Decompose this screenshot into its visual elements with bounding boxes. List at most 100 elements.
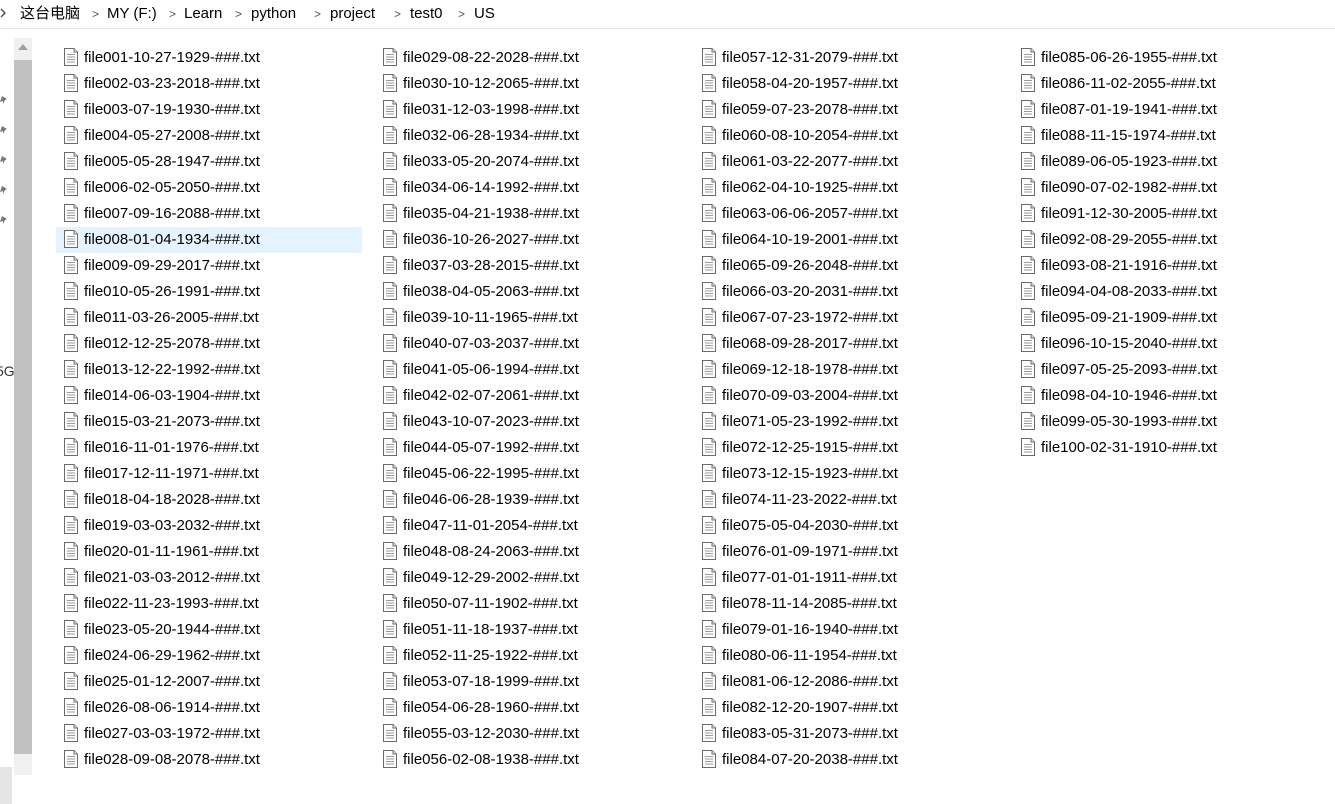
file-item[interactable]: file020-01-11-1961-###.txt bbox=[56, 539, 362, 565]
file-item[interactable]: file044-05-07-1992-###.txt bbox=[375, 435, 681, 461]
breadcrumb-drive[interactable]: MY (F:) bbox=[107, 4, 157, 24]
file-item[interactable]: file026-08-06-1914-###.txt bbox=[56, 695, 362, 721]
file-item[interactable]: file086-11-02-2055-###.txt bbox=[1013, 71, 1319, 97]
file-item[interactable]: file037-03-28-2015-###.txt bbox=[375, 253, 681, 279]
file-item[interactable]: file088-11-15-1974-###.txt bbox=[1013, 123, 1319, 149]
file-item[interactable]: file059-07-23-2078-###.txt bbox=[694, 97, 1000, 123]
file-item[interactable]: file075-05-04-2030-###.txt bbox=[694, 513, 1000, 539]
file-item[interactable]: file058-04-20-1957-###.txt bbox=[694, 71, 1000, 97]
navigation-pane[interactable]: 5G bbox=[0, 29, 14, 804]
file-item[interactable]: file098-04-10-1946-###.txt bbox=[1013, 383, 1319, 409]
nav-item-label[interactable]: 5G bbox=[0, 363, 14, 379]
file-item[interactable]: file022-11-23-1993-###.txt bbox=[56, 591, 362, 617]
file-item[interactable]: file039-10-11-1965-###.txt bbox=[375, 305, 681, 331]
file-item[interactable]: file001-10-27-1929-###.txt bbox=[56, 45, 362, 71]
file-item[interactable]: file043-10-07-2023-###.txt bbox=[375, 409, 681, 435]
breadcrumb-us[interactable]: US bbox=[474, 4, 495, 24]
file-item[interactable]: file025-01-12-2007-###.txt bbox=[56, 669, 362, 695]
file-item[interactable]: file060-08-10-2054-###.txt bbox=[694, 123, 1000, 149]
file-item[interactable]: file038-04-05-2063-###.txt bbox=[375, 279, 681, 305]
file-item[interactable]: file062-04-10-1925-###.txt bbox=[694, 175, 1000, 201]
breadcrumb-separator[interactable]: > bbox=[169, 5, 176, 23]
breadcrumb-python[interactable]: python bbox=[251, 4, 296, 24]
file-item[interactable]: file040-07-03-2037-###.txt bbox=[375, 331, 681, 357]
file-item[interactable]: file049-12-29-2002-###.txt bbox=[375, 565, 681, 591]
breadcrumb-separator[interactable]: > bbox=[458, 5, 465, 23]
file-item[interactable]: file031-12-03-1998-###.txt bbox=[375, 97, 681, 123]
file-item[interactable]: file057-12-31-2079-###.txt bbox=[694, 45, 1000, 71]
file-item[interactable]: file078-11-14-2085-###.txt bbox=[694, 591, 1000, 617]
file-item[interactable]: file010-05-26-1991-###.txt bbox=[56, 279, 362, 305]
file-item[interactable]: file085-06-26-1955-###.txt bbox=[1013, 45, 1319, 71]
file-item[interactable]: file067-07-23-1972-###.txt bbox=[694, 305, 1000, 331]
file-item[interactable]: file095-09-21-1909-###.txt bbox=[1013, 305, 1319, 331]
file-item[interactable]: file032-06-28-1934-###.txt bbox=[375, 123, 681, 149]
file-item[interactable]: file094-04-08-2033-###.txt bbox=[1013, 279, 1319, 305]
file-item[interactable]: file073-12-15-1923-###.txt bbox=[694, 461, 1000, 487]
file-item[interactable]: file054-06-28-1960-###.txt bbox=[375, 695, 681, 721]
file-item[interactable]: file077-01-01-1911-###.txt bbox=[694, 565, 1000, 591]
file-item[interactable]: file052-11-25-1922-###.txt bbox=[375, 643, 681, 669]
file-item[interactable]: file005-05-28-1947-###.txt bbox=[56, 149, 362, 175]
file-item[interactable]: file096-10-15-2040-###.txt bbox=[1013, 331, 1319, 357]
file-item[interactable]: file066-03-20-2031-###.txt bbox=[694, 279, 1000, 305]
file-item[interactable]: file047-11-01-2054-###.txt bbox=[375, 513, 681, 539]
file-item[interactable]: file013-12-22-1992-###.txt bbox=[56, 357, 362, 383]
file-item[interactable]: file097-05-25-2093-###.txt bbox=[1013, 357, 1319, 383]
file-item[interactable]: file036-10-26-2027-###.txt bbox=[375, 227, 681, 253]
file-item[interactable]: file099-05-30-1993-###.txt bbox=[1013, 409, 1319, 435]
file-item[interactable]: file082-12-20-1907-###.txt bbox=[694, 695, 1000, 721]
file-item[interactable]: file050-07-11-1902-###.txt bbox=[375, 591, 681, 617]
file-item[interactable]: file068-09-28-2017-###.txt bbox=[694, 331, 1000, 357]
file-item[interactable]: file090-07-02-1982-###.txt bbox=[1013, 175, 1319, 201]
file-item[interactable]: file027-03-03-1972-###.txt bbox=[56, 721, 362, 747]
breadcrumb-learn[interactable]: Learn bbox=[184, 4, 222, 24]
file-item[interactable]: file087-01-19-1941-###.txt bbox=[1013, 97, 1319, 123]
file-item[interactable]: file076-01-09-1971-###.txt bbox=[694, 539, 1000, 565]
file-item[interactable]: file009-09-29-2017-###.txt bbox=[56, 253, 362, 279]
file-item[interactable]: file014-06-03-1904-###.txt bbox=[56, 383, 362, 409]
file-item[interactable]: file092-08-29-2055-###.txt bbox=[1013, 227, 1319, 253]
file-item[interactable]: file091-12-30-2005-###.txt bbox=[1013, 201, 1319, 227]
file-item[interactable]: file055-03-12-2030-###.txt bbox=[375, 721, 681, 747]
file-item[interactable]: file081-06-12-2086-###.txt bbox=[694, 669, 1000, 695]
file-item[interactable]: file008-01-04-1934-###.txt bbox=[56, 227, 362, 253]
file-item[interactable]: file074-11-23-2022-###.txt bbox=[694, 487, 1000, 513]
file-item[interactable]: file084-07-20-2038-###.txt bbox=[694, 747, 1000, 773]
file-item[interactable]: file070-09-03-2004-###.txt bbox=[694, 383, 1000, 409]
file-item[interactable]: file012-12-25-2078-###.txt bbox=[56, 331, 362, 357]
file-item[interactable]: file003-07-19-1930-###.txt bbox=[56, 97, 362, 123]
scroll-up-arrow-icon[interactable] bbox=[18, 44, 28, 50]
file-item[interactable]: file045-06-22-1995-###.txt bbox=[375, 461, 681, 487]
file-item[interactable]: file100-02-31-1910-###.txt bbox=[1013, 435, 1319, 461]
file-item[interactable]: file046-06-28-1939-###.txt bbox=[375, 487, 681, 513]
file-item[interactable]: file083-05-31-2073-###.txt bbox=[694, 721, 1000, 747]
file-item[interactable]: file063-06-06-2057-###.txt bbox=[694, 201, 1000, 227]
file-item[interactable]: file004-05-27-2008-###.txt bbox=[56, 123, 362, 149]
breadcrumb-project[interactable]: project bbox=[330, 4, 375, 24]
scrollbar-thumb[interactable] bbox=[14, 60, 32, 754]
file-item[interactable]: file048-08-24-2063-###.txt bbox=[375, 539, 681, 565]
file-item[interactable]: file061-03-22-2077-###.txt bbox=[694, 149, 1000, 175]
file-item[interactable]: file069-12-18-1978-###.txt bbox=[694, 357, 1000, 383]
file-item[interactable]: file016-11-01-1976-###.txt bbox=[56, 435, 362, 461]
breadcrumb-separator[interactable]: > bbox=[394, 5, 401, 23]
nav-scrollbar[interactable] bbox=[14, 38, 32, 775]
file-item[interactable]: file030-10-12-2065-###.txt bbox=[375, 71, 681, 97]
breadcrumb-this-pc[interactable]: 这台电脑 bbox=[20, 4, 80, 24]
breadcrumb-separator[interactable]: > bbox=[92, 5, 99, 23]
breadcrumb-separator[interactable]: > bbox=[314, 5, 321, 23]
file-item[interactable]: file015-03-21-2073-###.txt bbox=[56, 409, 362, 435]
file-item[interactable]: file029-08-22-2028-###.txt bbox=[375, 45, 681, 71]
file-item[interactable]: file035-04-21-1938-###.txt bbox=[375, 201, 681, 227]
file-item[interactable]: file053-07-18-1999-###.txt bbox=[375, 669, 681, 695]
file-item[interactable]: file028-09-08-2078-###.txt bbox=[56, 747, 362, 773]
file-item[interactable]: file011-03-26-2005-###.txt bbox=[56, 305, 362, 331]
file-item[interactable]: file065-09-26-2048-###.txt bbox=[694, 253, 1000, 279]
file-item[interactable]: file042-02-07-2061-###.txt bbox=[375, 383, 681, 409]
file-item[interactable]: file079-01-16-1940-###.txt bbox=[694, 617, 1000, 643]
file-item[interactable]: file002-03-23-2018-###.txt bbox=[56, 71, 362, 97]
address-bar[interactable]: 这台电脑 > MY (F:) > Learn > python > projec… bbox=[0, 0, 1335, 29]
file-item[interactable]: file093-08-21-1916-###.txt bbox=[1013, 253, 1319, 279]
file-item[interactable]: file089-06-05-1923-###.txt bbox=[1013, 149, 1319, 175]
